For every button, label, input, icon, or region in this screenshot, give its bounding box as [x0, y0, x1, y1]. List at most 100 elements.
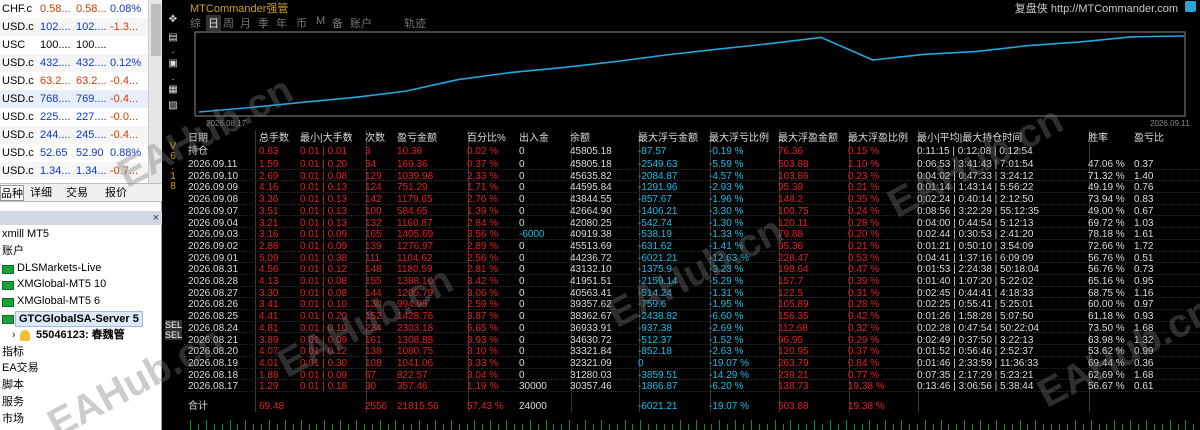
change-cell: -0.0...: [110, 111, 139, 123]
navigator-item[interactable]: XMGlobal-MT5 6: [0, 293, 162, 310]
toolbar-button[interactable]: ▤: [166, 32, 180, 44]
equity-curve-line: [198, 35, 1185, 113]
tick-mark: [1145, 420, 1147, 430]
menu-item[interactable]: 综: [190, 15, 201, 31]
toolbar-button[interactable]: ✥: [166, 14, 180, 26]
navigator-label: EA交易: [2, 362, 39, 375]
table-row[interactable]: [184, 205, 1200, 217]
tick-mark: [608, 424, 610, 430]
table-row[interactable]: [184, 310, 1200, 322]
menu-item[interactable]: 币: [296, 15, 307, 31]
menu-item[interactable]: 账户: [350, 15, 372, 31]
market-watch-row[interactable]: USD.c 768.... 769.... -0.4...: [0, 90, 148, 108]
market-watch-row[interactable]: USD.c 1.34... 1.34... -0.7...: [0, 162, 148, 180]
scrollbar-thumb[interactable]: [151, 4, 161, 56]
menu-item[interactable]: M: [316, 15, 325, 27]
market-watch-scrollbar[interactable]: [148, 0, 162, 183]
table-row[interactable]: [184, 158, 1200, 170]
market-watch-row[interactable]: USD.c 432.... 432.... 0.12%: [0, 54, 148, 72]
table-row[interactable]: [184, 380, 1200, 392]
table-row[interactable]: [184, 345, 1200, 357]
menu-item[interactable]: 月: [240, 15, 251, 31]
market-watch: CHF.c 0.58... 0.58... 0.08% USD.c 102.... 102.…: [0, 0, 162, 183]
tick-mark: [1130, 420, 1132, 430]
toolbar-button[interactable]: ▦: [166, 84, 180, 96]
table-row[interactable]: [184, 217, 1200, 229]
tick-mark: [1043, 424, 1045, 430]
table-row[interactable]: [184, 298, 1200, 311]
navigator-item[interactable]: xmill MT5: [0, 226, 162, 243]
tick-mark: [679, 420, 681, 430]
table-row[interactable]: [184, 275, 1200, 287]
navigator-item[interactable]: GTCGlobalSA-Server 5: [0, 310, 162, 327]
market-watch-row[interactable]: USD.c 52.65 52.90 0.88%: [0, 144, 148, 162]
navigator-item[interactable]: EA交易: [0, 360, 162, 377]
tick-mark: [1122, 424, 1124, 430]
tick-mark: [964, 420, 966, 430]
navigator-item[interactable]: 脚本: [0, 377, 162, 394]
tick-mark: [616, 424, 618, 430]
column-header: 总手数: [259, 133, 289, 144]
market-watch-row[interactable]: USD.c 225.... 227.... -0.0...: [0, 108, 148, 126]
table-row[interactable]: [184, 334, 1200, 346]
expand-icon[interactable]: ›: [12, 327, 16, 344]
market-watch-row[interactable]: CHF.c 0.58... 0.58... 0.08%: [0, 0, 148, 18]
tab-3[interactable]: 报价: [98, 185, 134, 201]
market-watch-row[interactable]: USD.c 102.... 102.... -1.3...: [0, 18, 148, 36]
navigator-item[interactable]: 服务: [0, 394, 162, 411]
table-row[interactable]: [184, 287, 1200, 299]
tick-mark: [656, 424, 658, 430]
table-row[interactable]: [184, 357, 1200, 369]
market-watch-row[interactable]: USD.c 63.2... 63.2... -0.4...: [0, 72, 148, 90]
table-row[interactable]: [184, 263, 1200, 275]
tab-2[interactable]: 交易: [58, 185, 96, 201]
version-char: 8: [170, 181, 176, 192]
table-row[interactable]: [184, 322, 1200, 334]
symbol-cell: CHF.c: [2, 3, 32, 15]
server-icon: [2, 264, 14, 274]
symbol-cell: USD.c: [2, 57, 34, 69]
navigator-item[interactable]: 市场: [0, 411, 162, 428]
tick-mark: [300, 420, 302, 430]
navigator-item[interactable]: › 55046123: 春魏管: [0, 327, 162, 344]
table-row[interactable]: [184, 228, 1200, 240]
tick-mark: [719, 420, 721, 430]
table-row[interactable]: [184, 193, 1200, 205]
table-row[interactable]: [184, 240, 1200, 252]
tick-mark: [1082, 424, 1084, 430]
tick-mark: [750, 420, 752, 430]
tick-mark: [956, 424, 958, 430]
tick-mark: [513, 424, 515, 430]
tick-mark: [995, 420, 997, 430]
table-row[interactable]: [184, 170, 1200, 182]
tick-mark: [190, 420, 191, 430]
navigator-item[interactable]: 指标: [0, 344, 162, 361]
table-row[interactable]: [184, 369, 1200, 381]
close-icon[interactable]: ×: [153, 211, 159, 225]
tick-mark: [1051, 424, 1053, 430]
navigator-item[interactable]: 账户: [0, 243, 162, 260]
menu-item[interactable]: 日: [206, 15, 221, 31]
tick-mark: [561, 424, 563, 430]
menu-item[interactable]: 备: [332, 15, 343, 31]
tab-1[interactable]: 详细: [26, 185, 56, 201]
table-row[interactable]: [184, 252, 1200, 264]
menu-item[interactable]: 季: [258, 15, 269, 31]
tick-mark: [371, 424, 373, 430]
tick-mark: [790, 420, 792, 430]
tick-mark: [269, 420, 270, 430]
menu-item[interactable]: 轨迹: [404, 15, 426, 31]
menu-item[interactable]: 年: [276, 15, 287, 31]
table-row[interactable]: [184, 181, 1200, 194]
navigator-label: 服务: [2, 396, 24, 408]
market-watch-row[interactable]: USC 100.... 100....: [0, 36, 148, 54]
navigator-item[interactable]: DLSMarkets-Live: [0, 260, 162, 277]
column-header: 最小|平均|最大持仓时间: [917, 133, 1023, 144]
tick-mark: [1059, 424, 1060, 430]
tab-0[interactable]: 品种: [0, 185, 24, 201]
toolbar-button[interactable]: ▧: [166, 100, 180, 112]
market-watch-row[interactable]: USD.c 244.... 245.... -0.4...: [0, 126, 148, 144]
toolbar-button[interactable]: ▣: [166, 58, 180, 70]
menu-item[interactable]: 周: [223, 15, 234, 31]
navigator-item[interactable]: XMGlobal-MT5 10: [0, 276, 162, 293]
